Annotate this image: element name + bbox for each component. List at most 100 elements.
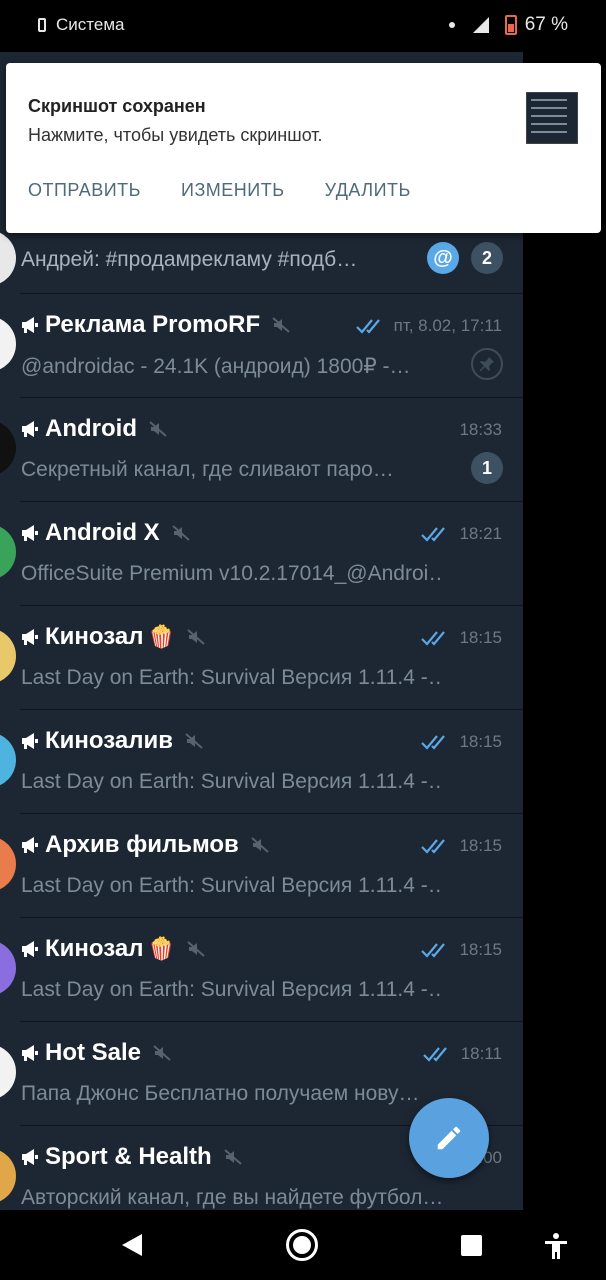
chat-title-text: Android [45, 415, 137, 442]
chat-time: 18:15 [421, 940, 502, 960]
chat-row[interactable]: Реклама PromoRF пт, 8.02, 17:11 @android… [0, 294, 523, 398]
avatar [0, 1148, 16, 1204]
mute-icon [187, 628, 205, 646]
mute-icon [251, 836, 269, 854]
chat-time-text: 18:15 [459, 732, 502, 751]
double-check-icon [421, 527, 446, 542]
chat-time: 18:33 [459, 420, 502, 440]
mute-icon [171, 524, 190, 542]
chat-time-text: 18:21 [459, 524, 502, 543]
double-check-icon [421, 943, 446, 958]
popcorn-emoji: 🍿 [147, 624, 175, 649]
pencil-icon [437, 1126, 461, 1150]
chat-title-text: Кинозалив [45, 727, 173, 754]
megaphone-icon [21, 836, 41, 854]
home-icon[interactable] [286, 1229, 318, 1261]
chat-title-text: Кинозал [45, 935, 144, 962]
chat-time-text: 18:15 [459, 628, 502, 647]
screenshot-thumbnail[interactable] [526, 92, 578, 144]
mute-icon [272, 316, 290, 334]
double-check-icon [422, 1047, 447, 1062]
chat-row[interactable]: Кинозал 🍿 18:15 Last Day on Earth: Survi… [0, 918, 523, 1022]
battery-icon [504, 15, 517, 35]
chat-row[interactable]: Кинозал 🍿 18:15 Last Day on Earth: Survi… [0, 606, 523, 710]
chat-time-text: 18:33 [459, 420, 502, 439]
megaphone-icon [21, 628, 41, 646]
unread-badge: 2 [471, 242, 503, 274]
chat-title-text: Реклама PromoRF [45, 311, 261, 338]
chat-preview: Last Day on Earth: Survival Версия 1.11.… [21, 978, 441, 1001]
double-check-icon [355, 319, 380, 334]
chat-title: Кинозал 🍿 [21, 934, 205, 964]
megaphone-icon [21, 524, 41, 542]
accessibility-icon[interactable] [543, 1232, 569, 1260]
pin-icon [471, 348, 503, 380]
double-check-icon [421, 735, 446, 750]
notification-title: Скриншот сохранен [28, 96, 206, 116]
chat-time: 18:15 [421, 836, 502, 856]
battery-level: 67 % [524, 14, 568, 35]
chat-preview: Секретный канал, где сливают паро… [21, 458, 394, 481]
chat-title-text: Hot Sale [45, 1039, 142, 1066]
status-bar: Система 67 % [0, 0, 606, 52]
avatar [0, 836, 16, 892]
avatar [0, 230, 16, 286]
megaphone-icon [21, 732, 41, 750]
screenshot-notification[interactable]: Скриншот сохранен Нажмите, чтобы увидеть… [6, 63, 601, 233]
megaphone-icon [21, 1148, 41, 1166]
chat-title-text: Архив фильмов [45, 831, 239, 858]
delete-button[interactable]: УДАЛИТЬ [325, 180, 411, 201]
notification-dot-icon [448, 22, 455, 28]
mute-icon [185, 732, 203, 750]
phone-icon [38, 18, 46, 32]
chat-row[interactable]: Android X 18:21 OfficeSuite Premium v10.… [0, 502, 523, 606]
chat-title: Android X [21, 518, 190, 548]
mute-icon [224, 1148, 242, 1166]
recents-icon[interactable] [461, 1235, 482, 1256]
megaphone-icon [21, 1044, 41, 1062]
chat-time-text: 18:15 [459, 940, 502, 959]
notification-text: Нажмите, чтобы увидеть скриншот. [28, 125, 323, 145]
status-bar-left: Система [38, 15, 124, 35]
avatar [0, 940, 16, 996]
unread-badge: 1 [471, 452, 503, 484]
chat-preview: Last Day on Earth: Survival Версия 1.11.… [21, 770, 441, 793]
chat-title: Android [21, 414, 167, 444]
chat-time: 18:21 [421, 524, 502, 544]
chat-preview: Андрей: #продамрекламу #подб… [21, 248, 358, 271]
megaphone-icon [21, 940, 41, 958]
chat-time-text: пт, 8.02, 17:11 [393, 316, 502, 335]
popcorn-emoji: 🍿 [147, 936, 175, 961]
chat-time: 18:11 [422, 1044, 502, 1064]
chat-title: Sport & Health [21, 1142, 242, 1172]
chat-preview: Папа Джонс Бесплатно получаем нову… [21, 1082, 420, 1105]
chat-title-text: Кинозал [45, 623, 144, 650]
avatar [0, 1044, 16, 1100]
chat-preview: @androidac - 24.1K (андроид) 1800₽ -… [21, 355, 411, 378]
chat-row[interactable]: Архив фильмов 18:15 Last Day on Earth: S… [0, 814, 523, 918]
chat-preview: Last Day on Earth: Survival Версия 1.11.… [21, 666, 441, 689]
chat-title-text: Sport & Health [45, 1143, 212, 1170]
chat-row[interactable]: Android 18:33 Секретный канал, где слива… [0, 398, 523, 502]
notification-actions: ОТПРАВИТЬ ИЗМЕНИТЬ УДАЛИТЬ [28, 180, 411, 201]
megaphone-icon [21, 316, 41, 334]
chat-title: Архив фильмов [21, 830, 269, 860]
mention-badge: @ [427, 242, 459, 274]
chat-preview: Last Day on Earth: Survival Версия 1.11.… [21, 874, 441, 897]
chat-title-text: Android X [45, 519, 160, 546]
edit-button[interactable]: ИЗМЕНИТЬ [181, 180, 285, 201]
back-icon[interactable] [122, 1234, 142, 1256]
status-bar-right: 67 % [448, 14, 568, 36]
compose-button[interactable] [409, 1098, 489, 1178]
chat-row[interactable]: Кинозалив 18:15 Last Day on Earth: Survi… [0, 710, 523, 814]
avatar [0, 316, 16, 372]
double-check-icon [421, 839, 446, 854]
mute-icon [187, 940, 205, 958]
mute-icon [153, 1044, 171, 1062]
double-check-icon [421, 631, 446, 646]
chat-title: Кинозал 🍿 [21, 622, 205, 652]
chat-title: Hot Sale [21, 1038, 171, 1068]
send-button[interactable]: ОТПРАВИТЬ [28, 180, 141, 201]
chat-time: 18:15 [421, 628, 502, 648]
chat-time-text: 18:15 [459, 836, 502, 855]
